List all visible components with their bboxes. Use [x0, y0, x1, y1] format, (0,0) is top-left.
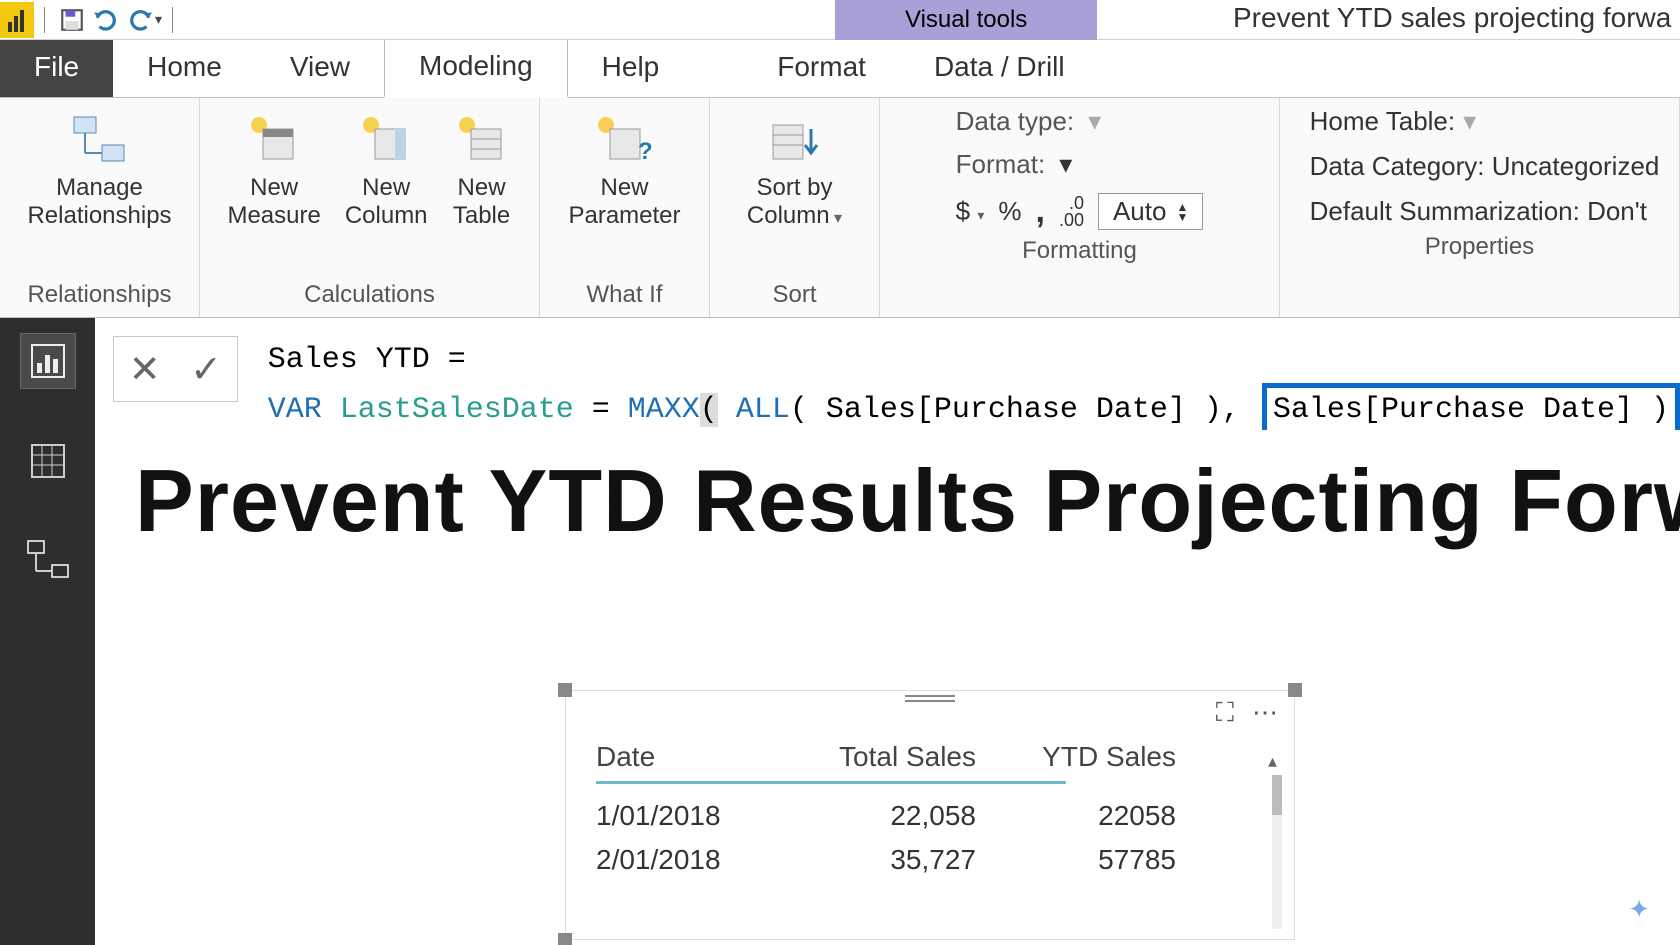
data-type-label: Data type: — [956, 106, 1075, 137]
cancel-formula-button[interactable]: ✕ — [117, 347, 173, 392]
tab-file[interactable]: File — [0, 37, 113, 97]
quick-access-toolbar: ▾ Visual tools Prevent YTD sales project… — [0, 0, 1680, 40]
qat-customize-dropdown[interactable]: ▾ — [155, 11, 162, 28]
new-measure-label: New Measure — [227, 174, 320, 229]
decimal-places-spinner[interactable]: Auto ▲▼ — [1098, 193, 1203, 230]
currency-button[interactable]: $ ▾ — [956, 196, 985, 227]
page-title: Prevent YTD Results Projecting Forw — [95, 430, 1680, 552]
undo-button[interactable] — [89, 3, 123, 37]
manage-relationships-button[interactable]: Manage Relationships — [15, 106, 183, 233]
formula-bar: ✕ ✓ Sales YTD = VAR LastSalesDate = MAXX… — [95, 318, 1680, 438]
group-formatting: Data type: ▾ Format: ▾ $ ▾ % , .0.00 Aut… — [880, 98, 1280, 317]
new-measure-button[interactable]: New Measure — [215, 106, 332, 233]
svg-text:?: ? — [638, 138, 652, 165]
new-table-button[interactable]: New Table — [440, 106, 524, 233]
manage-relationships-label: Manage Relationships — [27, 174, 171, 229]
cell-ytd: 22058 — [1026, 800, 1176, 832]
tab-format[interactable]: Format — [743, 37, 900, 97]
new-table-label: New Table — [453, 174, 510, 229]
decimal-places-value: Auto — [1113, 196, 1167, 227]
tab-home[interactable]: Home — [113, 37, 256, 97]
group-label: Sort — [772, 275, 816, 317]
group-properties: Home Table: ▾ Data Category: Uncategoriz… — [1280, 98, 1680, 317]
view-mode-nav — [0, 318, 95, 945]
decimal-places-icon: .0.00 — [1059, 195, 1084, 227]
data-type-dropdown[interactable]: ▾ — [1088, 106, 1101, 137]
sort-by-column-label: Sort by Column — [747, 174, 842, 229]
cell-total: 35,727 — [816, 844, 976, 876]
data-category-label: Data Category: Uncategorized — [1310, 151, 1660, 182]
cell-date: 1/01/2018 — [596, 800, 766, 832]
group-what-if: ? New Parameter What If — [540, 98, 710, 317]
group-label: Relationships — [27, 275, 171, 317]
column-ref: Sales[Purchase Date] ) — [1273, 393, 1669, 427]
header-rule — [596, 781, 1066, 784]
contextual-tab-header: Visual tools — [835, 0, 1097, 40]
group-label: What If — [586, 275, 662, 317]
var-keyword: VAR — [268, 393, 322, 427]
model-view-button[interactable] — [21, 534, 75, 588]
group-relationships: Manage Relationships Relationships — [0, 98, 200, 317]
tab-view[interactable]: View — [256, 37, 384, 97]
cell-ytd: 57785 — [1026, 844, 1176, 876]
separator — [44, 7, 45, 33]
formula-commit-box: ✕ ✓ — [113, 336, 238, 402]
format-dropdown[interactable]: ▾ — [1059, 149, 1072, 180]
vertical-scrollbar[interactable]: ▴ — [1268, 751, 1288, 929]
sort-by-column-button[interactable]: Sort by Column — [735, 106, 854, 233]
cell-total: 22,058 — [816, 800, 976, 832]
all-fn: ALL — [736, 393, 790, 427]
more-options-icon[interactable]: ⋯ — [1252, 697, 1278, 729]
tab-help[interactable]: Help — [568, 37, 694, 97]
measure-name: Sales YTD — [268, 343, 430, 377]
group-sort: Sort by Column Sort — [710, 98, 880, 317]
focus-mode-icon[interactable]: ⛶ — [1216, 697, 1234, 729]
commit-formula-button[interactable]: ✓ — [178, 347, 234, 392]
home-table-dropdown[interactable]: ▾ — [1463, 106, 1476, 137]
formula-editor[interactable]: Sales YTD = VAR LastSalesDate = MAXX( AL… — [238, 318, 1680, 438]
table-header-row: Date Total Sales YTD Sales — [596, 741, 1264, 773]
col-date[interactable]: Date — [596, 741, 766, 773]
table-row: 1/01/2018 22,058 22058 — [596, 794, 1264, 838]
thousands-separator-button[interactable]: , — [1035, 192, 1044, 231]
column-ref: Sales[Purchase Date] — [826, 393, 1186, 427]
visual-drag-handle[interactable] — [905, 695, 955, 705]
app-icon — [0, 2, 34, 38]
ribbon: Manage Relationships Relationships New M… — [0, 98, 1680, 318]
new-parameter-button[interactable]: ? New Parameter — [556, 106, 692, 233]
group-label: Formatting — [1022, 231, 1137, 273]
table-body: Date Total Sales YTD Sales 1/01/2018 22,… — [566, 691, 1294, 882]
save-button[interactable] — [55, 3, 89, 37]
new-column-label: New Column — [345, 174, 428, 229]
col-total-sales[interactable]: Total Sales — [816, 741, 976, 773]
table-row: 2/01/2018 35,727 57785 — [596, 838, 1264, 882]
var-identifier: LastSalesDate — [322, 393, 592, 427]
redo-button[interactable] — [123, 3, 157, 37]
new-parameter-label: New Parameter — [568, 174, 680, 229]
equals: = — [430, 343, 466, 377]
tab-modeling[interactable]: Modeling — [384, 35, 568, 98]
col-ytd-sales[interactable]: YTD Sales — [1026, 741, 1176, 773]
cell-date: 2/01/2018 — [596, 844, 766, 876]
format-label: Format: — [956, 149, 1046, 180]
default-summarization-label: Default Summarization: Don't — [1310, 196, 1647, 227]
report-view-button[interactable] — [21, 334, 75, 388]
report-canvas[interactable]: Prevent YTD Results Projecting Forw ⛶ ⋯ … — [95, 430, 1680, 945]
new-column-button[interactable]: New Column — [333, 106, 440, 233]
home-table-label: Home Table: — [1310, 106, 1456, 137]
maxx-fn: MAXX — [628, 393, 700, 427]
percent-button[interactable]: % — [998, 196, 1021, 227]
scrollbar-thumb[interactable] — [1272, 775, 1282, 815]
ribbon-tabs: File Home View Modeling Help Format Data… — [0, 40, 1680, 98]
group-calculations: New Measure New Column New Table Calcula… — [200, 98, 540, 317]
data-view-button[interactable] — [21, 434, 75, 488]
separator — [172, 7, 173, 33]
watermark-icon: ✦ — [1628, 894, 1650, 925]
group-label: Properties — [1425, 227, 1534, 269]
window-title: Prevent YTD sales projecting forwa — [1233, 2, 1671, 34]
tab-data-drill[interactable]: Data / Drill — [900, 37, 1099, 97]
group-label: Calculations — [304, 275, 435, 317]
table-visual[interactable]: ⛶ ⋯ Date Total Sales YTD Sales 1/01/2018… — [565, 690, 1295, 940]
